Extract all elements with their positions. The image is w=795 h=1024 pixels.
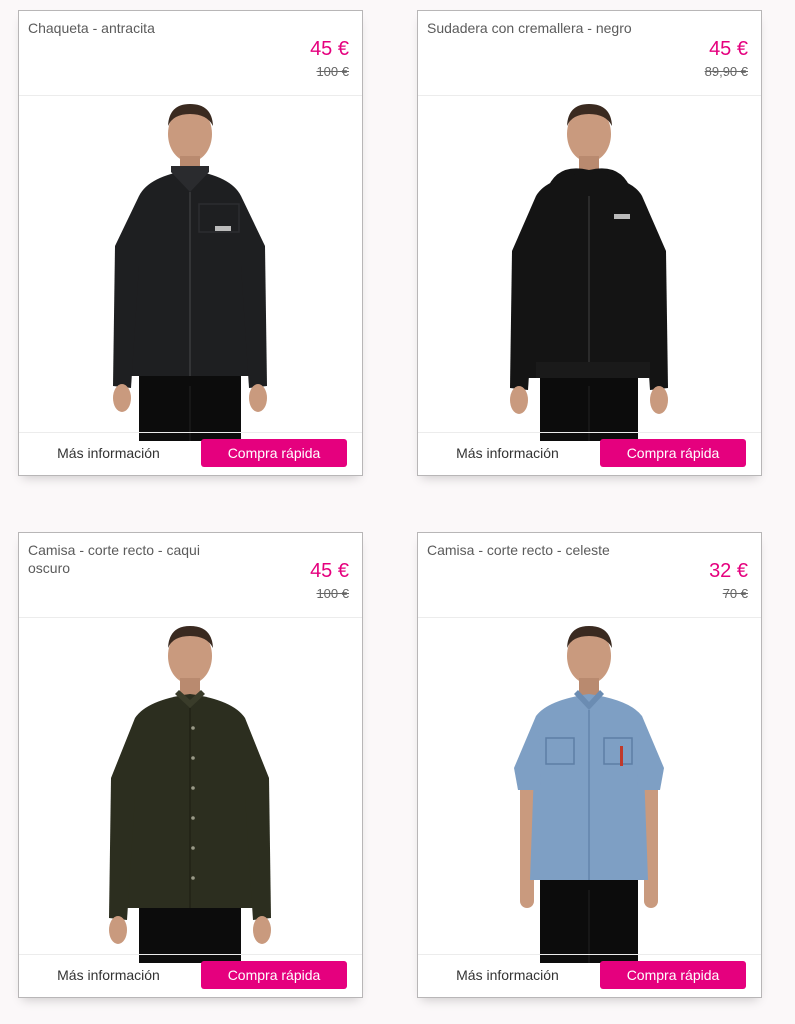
more-info-link[interactable]: Más información xyxy=(440,962,575,988)
product-image[interactable] xyxy=(418,618,761,963)
product-card-header: Camisa - corte recto - caqui oscuro 45 €… xyxy=(19,533,362,618)
product-image[interactable] xyxy=(19,618,362,963)
product-name[interactable]: Camisa - corte recto - caqui oscuro xyxy=(28,541,233,577)
product-card-header: Camisa - corte recto - celeste 32 € 70 € xyxy=(418,533,761,618)
current-price: 32 € xyxy=(709,560,748,582)
current-price: 45 € xyxy=(310,560,349,582)
product-image[interactable] xyxy=(19,96,362,441)
product-grid: Chaqueta - antracita 45 € 100 € Más info… xyxy=(0,0,795,1024)
product-card-header: Sudadera con cremallera - negro 45 € 89,… xyxy=(418,11,761,96)
original-price: 100 € xyxy=(316,64,349,79)
product-card-footer: Más información Compra rápida xyxy=(418,954,761,997)
product-card: Chaqueta - antracita 45 € 100 € Más info… xyxy=(18,10,363,476)
product-card-footer: Más información Compra rápida xyxy=(19,432,362,475)
current-price: 45 € xyxy=(709,38,748,60)
original-price: 89,90 € xyxy=(704,64,748,79)
more-info-link[interactable]: Más información xyxy=(41,962,176,988)
product-card-footer: Más información Compra rápida xyxy=(19,954,362,997)
original-price: 100 € xyxy=(316,586,349,601)
quick-buy-button[interactable]: Compra rápida xyxy=(201,961,347,989)
product-card: Sudadera con cremallera - negro 45 € 89,… xyxy=(417,10,762,476)
product-name[interactable]: Chaqueta - antracita xyxy=(28,19,233,37)
current-price: 45 € xyxy=(310,38,349,60)
product-name[interactable]: Camisa - corte recto - celeste xyxy=(427,541,632,559)
quick-buy-button[interactable]: Compra rápida xyxy=(600,961,746,989)
more-info-link[interactable]: Más información xyxy=(41,440,176,466)
product-name[interactable]: Sudadera con cremallera - negro xyxy=(427,19,632,37)
original-price: 70 € xyxy=(722,586,748,601)
product-card: Camisa - corte recto - celeste 32 € 70 € xyxy=(417,532,762,998)
more-info-link[interactable]: Más información xyxy=(440,440,575,466)
product-card: Camisa - corte recto - caqui oscuro 45 €… xyxy=(18,532,363,998)
product-card-header: Chaqueta - antracita 45 € 100 € xyxy=(19,11,362,96)
quick-buy-button[interactable]: Compra rápida xyxy=(600,439,746,467)
quick-buy-button[interactable]: Compra rápida xyxy=(201,439,347,467)
product-image[interactable] xyxy=(418,96,761,441)
product-card-footer: Más información Compra rápida xyxy=(418,432,761,475)
